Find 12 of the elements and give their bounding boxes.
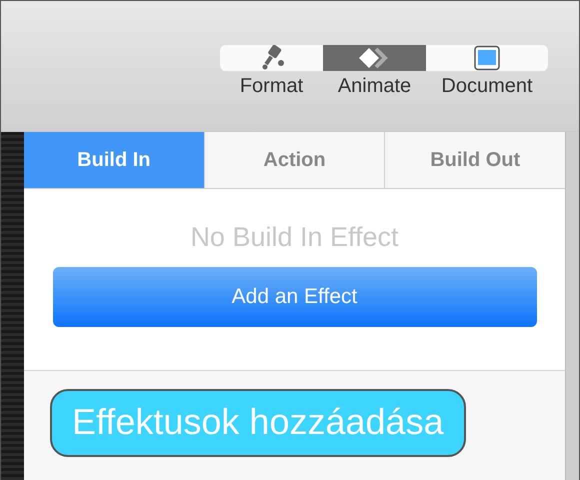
document-icon xyxy=(472,45,502,71)
callout: Effektusok hozzáadása xyxy=(50,389,466,457)
toolbar-button[interactable] xyxy=(220,45,323,71)
add-effect-button[interactable]: Add an Effect xyxy=(52,267,536,327)
toolbar-label: Animate xyxy=(338,75,412,98)
toolbar-button[interactable] xyxy=(323,45,426,71)
tab[interactable]: Build Out xyxy=(385,132,566,188)
tab[interactable]: Action xyxy=(204,132,386,188)
tab[interactable]: Build In xyxy=(24,132,205,188)
toolbar-label: Document xyxy=(441,75,533,98)
toolbar-label: Format xyxy=(240,75,304,98)
toolbar-button[interactable] xyxy=(426,45,548,71)
